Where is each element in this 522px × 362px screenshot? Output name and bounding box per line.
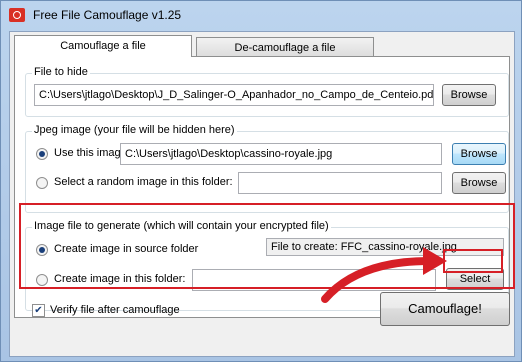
use-this-image-radio[interactable] — [36, 148, 48, 160]
use-this-image-label: Use this image: — [54, 147, 130, 159]
verify-checkbox[interactable]: ✔ — [32, 304, 45, 317]
jpeg-image-label: Jpeg image (your file will be hidden her… — [32, 124, 237, 136]
title-bar[interactable]: Free File Camouflage v1.25 — [1, 1, 521, 31]
jpeg-image-group: Jpeg image (your file will be hidden her… — [25, 124, 509, 213]
window-title: Free File Camouflage v1.25 — [33, 8, 182, 22]
app-window: Free File Camouflage v1.25 Camouflage a … — [0, 0, 522, 362]
app-icon — [9, 8, 25, 22]
file-to-hide-input[interactable]: C:\Users\jtlago\Desktop\J_D_Salinger-O_A… — [34, 84, 434, 106]
random-folder-browse-button[interactable]: Browse — [452, 172, 506, 194]
random-image-radio[interactable] — [36, 177, 48, 189]
jpeg-browse-button[interactable]: Browse — [452, 143, 506, 165]
file-to-hide-group: File to hide C:\Users\jtlago\Desktop\J_D… — [25, 66, 509, 117]
tab-decamouflage[interactable]: De-camouflage a file — [196, 37, 374, 57]
highlight-box-select — [443, 249, 503, 273]
tab-camouflage[interactable]: Camouflage a file — [14, 35, 192, 57]
random-image-label: Select a random image in this folder: — [54, 176, 233, 188]
verify-label: Verify file after camouflage — [50, 304, 180, 316]
jpeg-image-path-input[interactable]: C:\Users\jtlago\Desktop\cassino-royale.j… — [120, 143, 442, 165]
random-folder-input[interactable] — [238, 172, 442, 194]
file-to-hide-label: File to hide — [32, 66, 90, 78]
red-arrow-icon — [321, 247, 447, 303]
file-to-hide-browse-button[interactable]: Browse — [442, 84, 496, 106]
